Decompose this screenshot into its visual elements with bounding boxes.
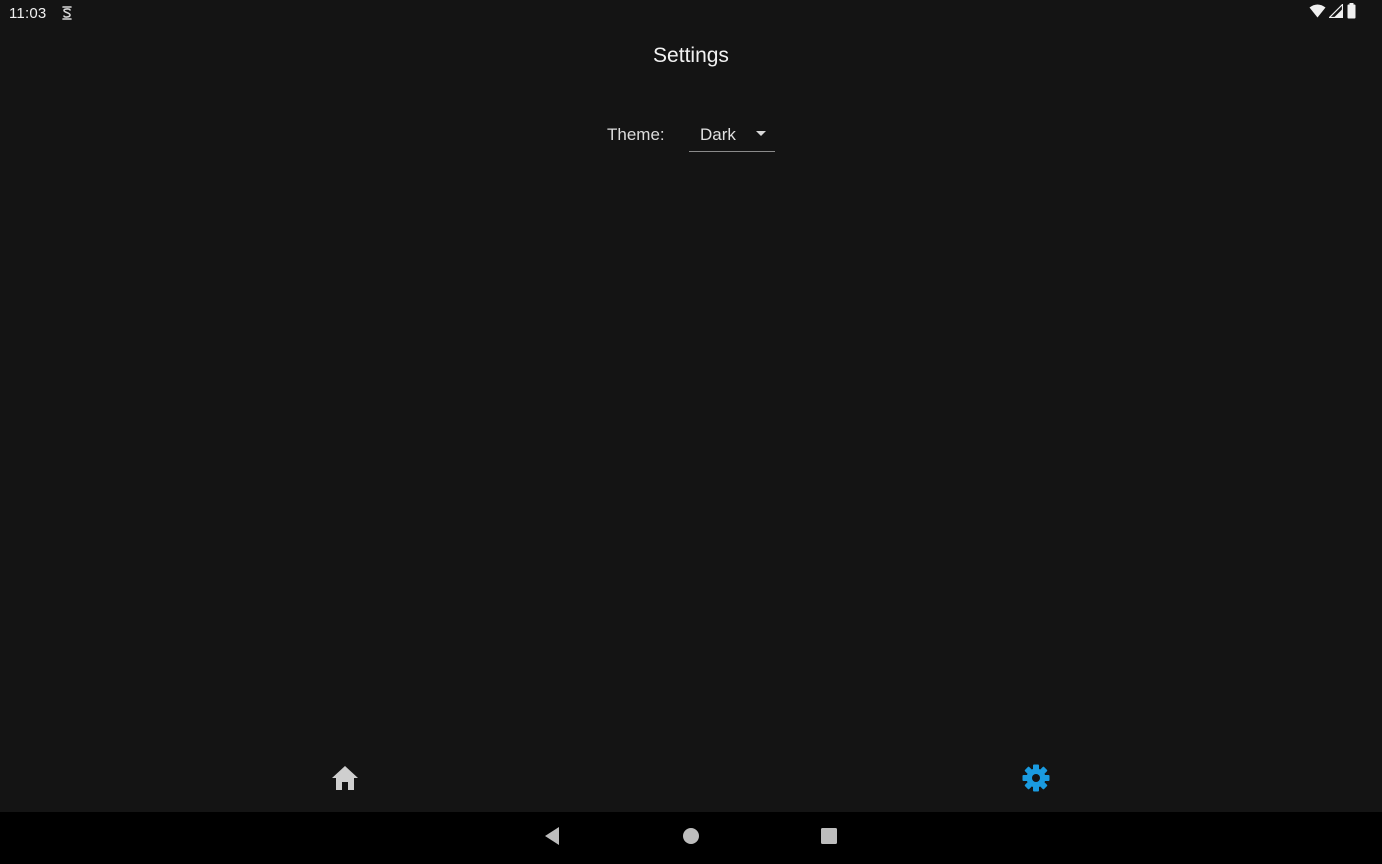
- wifi-icon: [1309, 4, 1326, 23]
- system-home-button[interactable]: [679, 826, 703, 850]
- recents-square-icon: [820, 827, 838, 850]
- system-back-button[interactable]: [540, 826, 564, 850]
- theme-label: Theme:: [607, 125, 665, 144]
- nav-home-button[interactable]: [325, 762, 365, 798]
- system-recents-button[interactable]: [817, 826, 841, 850]
- home-circle-icon: [682, 827, 700, 850]
- app-notification-icon: [60, 5, 74, 21]
- theme-dropdown[interactable]: Dark: [689, 118, 775, 152]
- status-time: 11:03: [9, 5, 47, 22]
- home-icon: [331, 765, 359, 796]
- gear-icon: [1022, 764, 1050, 797]
- battery-icon: [1346, 2, 1358, 24]
- system-navigation-bar: [0, 812, 1382, 864]
- dropdown-arrow-icon: [756, 131, 766, 136]
- back-triangle-icon: [543, 826, 561, 851]
- page-title: Settings: [653, 44, 729, 67]
- theme-dropdown-value: Dark: [700, 125, 736, 144]
- status-bar: 11:03: [0, 0, 1382, 26]
- nav-settings-button[interactable]: [1016, 762, 1056, 798]
- status-icons: [1309, 2, 1358, 24]
- cell-signal-icon: [1328, 2, 1344, 23]
- bottom-navigation: [0, 750, 1382, 812]
